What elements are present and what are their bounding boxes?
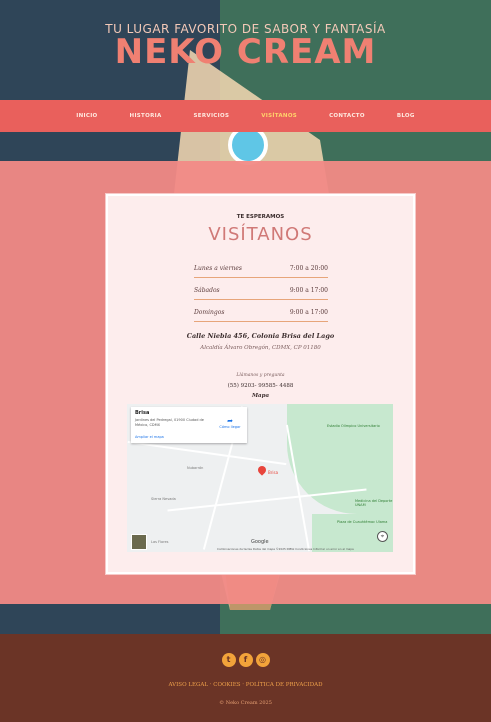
embedded-map[interactable]: Brisa Jardines del Pedregal, 01900 Ciuda…: [127, 404, 393, 552]
section-heading: VISÍTANOS: [208, 224, 313, 245]
map-label-plaza: Plaza de Cuauhtémoc Ulama: [337, 520, 388, 524]
map-info-card: Brisa Jardines del Pedregal, 01900 Ciuda…: [131, 407, 247, 443]
map-pin-label: Brisa: [268, 470, 279, 475]
hours-day: Lunes a viernes: [194, 265, 242, 272]
hours-time: 7:00 a 20:00: [289, 265, 328, 272]
nav-inicio[interactable]: INICIO: [76, 113, 97, 119]
site-header: TU LUGAR FAVORITO DE SABOR Y FANTASÍA NE…: [0, 0, 491, 100]
site-footer: t f ◎ AVISO LEGAL · COOKIES · POLÍTICA D…: [0, 634, 491, 722]
nav-servicios[interactable]: SERVICIOS: [194, 113, 230, 119]
hours-time: 9:00 a 17:00: [289, 287, 328, 294]
twitter-icon[interactable]: t: [221, 653, 236, 667]
address-street: Calle Niebla 456, Colonia Brisa del Lago: [186, 332, 335, 340]
nav-blog[interactable]: BLOG: [397, 113, 415, 119]
site-title[interactable]: NEKO CREAM: [0, 32, 491, 72]
map-park-area: [287, 404, 393, 514]
map-road: [127, 440, 287, 466]
nav-historia[interactable]: HISTORIA: [130, 113, 162, 119]
copyright: © Neko Cream 2025: [219, 700, 272, 706]
social-links: t f ◎: [0, 653, 491, 667]
section-eyebrow: TE ESPERAMOS: [236, 214, 285, 220]
directions-label: Cómo llegar: [219, 425, 241, 429]
hours-day: Sábados: [194, 287, 220, 294]
instagram-icon[interactable]: ◎: [255, 653, 270, 667]
hours-day: Domingos: [194, 309, 225, 316]
map-place-name: Brisa: [135, 410, 150, 416]
phone-number[interactable]: (55) 9203- 99585- 4488: [106, 383, 415, 389]
directions-icon: ➦: [227, 417, 233, 425]
nav-visitanos[interactable]: VISÍTANOS: [261, 113, 297, 119]
hours-row: Domingos 9:00 a 17:00: [194, 306, 328, 322]
directions-button[interactable]: ➦ Cómo llegar: [216, 417, 244, 429]
nav-contacto[interactable]: CONTACTO: [329, 113, 365, 119]
map-footer: Combinaciones de teclas Datos del mapa ©…: [217, 547, 354, 551]
map-label-park: Estadio Olímpico Universitario: [327, 424, 380, 428]
address-city: Alcaldía Álvaro Obregón, CDMX, CP 01180: [200, 345, 321, 351]
satellite-toggle[interactable]: [131, 534, 147, 550]
bigger-map-link[interactable]: Ampliar el mapa: [135, 435, 164, 439]
visit-card: TE ESPERAMOS VISÍTANOS Lunes a viernes 7…: [105, 193, 416, 575]
footer-links[interactable]: AVISO LEGAL · COOKIES · POLÍTICA DE PRIV…: [0, 682, 491, 688]
my-location-icon[interactable]: ⌖: [377, 531, 388, 542]
opening-hours: Lunes a viernes 7:00 a 20:00 Sábados 9:0…: [194, 262, 328, 328]
map-label-school: Medicina del Deporte UNAM: [355, 499, 393, 507]
hours-time: 9:00 a 17:00: [289, 309, 328, 316]
hours-row: Sábados 9:00 a 17:00: [194, 284, 328, 300]
main-nav: INICIO HISTORIA SERVICIOS VISÍTANOS CONT…: [0, 100, 491, 132]
map-label-stop: Las Flores: [151, 540, 169, 544]
hours-row: Lunes a viernes 7:00 a 20:00: [194, 262, 328, 278]
map-label-street: Sierra Nevada: [151, 497, 176, 501]
call-label: Llámanos y pregunta: [236, 373, 285, 378]
map-pin-icon[interactable]: [256, 464, 268, 476]
map-label: Mapa: [251, 393, 270, 399]
map-label-street: Nubarrón: [187, 466, 204, 470]
facebook-icon[interactable]: f: [238, 653, 253, 667]
google-logo: Google: [251, 539, 269, 545]
map-place-address: Jardines del Pedregal, 01900 Ciudad de M…: [135, 418, 204, 427]
